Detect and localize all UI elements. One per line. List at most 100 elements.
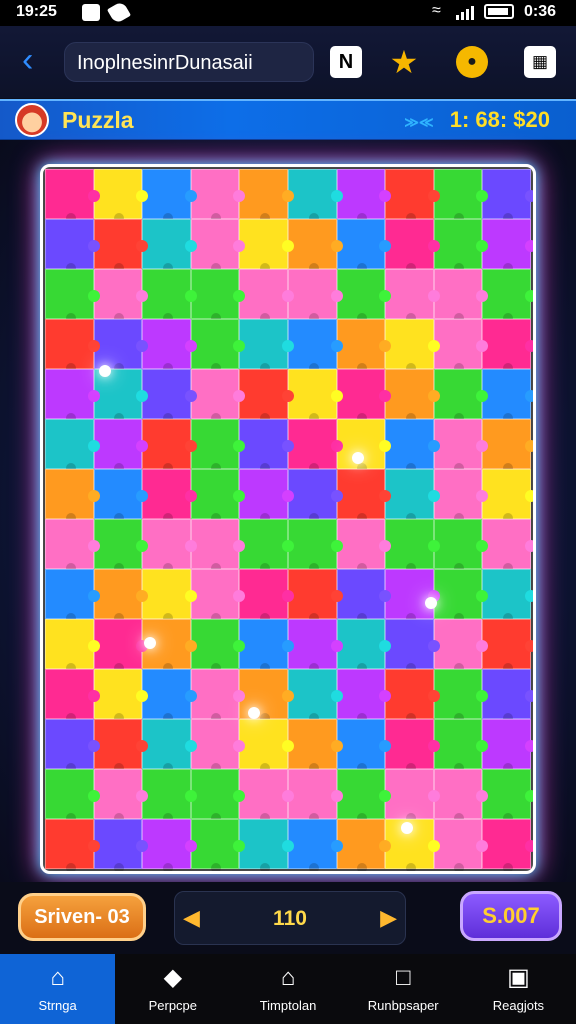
- puzzle-piece[interactable]: [45, 169, 94, 223]
- puzzle-piece[interactable]: [482, 319, 531, 373]
- puzzle-piece[interactable]: [45, 269, 94, 323]
- puzzle-piece[interactable]: [142, 369, 191, 423]
- puzzle-piece[interactable]: [239, 669, 288, 723]
- puzzle-piece[interactable]: [482, 219, 531, 273]
- puzzle-piece[interactable]: [482, 519, 531, 573]
- puzzle-piece[interactable]: [45, 219, 94, 273]
- puzzle-piece[interactable]: [239, 719, 288, 773]
- puzzle-piece[interactable]: [336, 519, 386, 573]
- puzzle-piece[interactable]: [190, 519, 240, 573]
- puzzle-piece[interactable]: [190, 619, 240, 673]
- puzzle-piece[interactable]: [287, 419, 337, 473]
- puzzle-piece[interactable]: [482, 669, 531, 723]
- puzzle-piece[interactable]: [433, 169, 483, 223]
- puzzle-piece[interactable]: [93, 269, 143, 323]
- puzzle-piece[interactable]: [385, 319, 434, 373]
- puzzle-piece[interactable]: [287, 169, 337, 223]
- puzzle-piece[interactable]: [385, 769, 434, 823]
- puzzle-piece[interactable]: [336, 269, 386, 323]
- puzzle-piece[interactable]: [45, 819, 94, 871]
- puzzle-piece[interactable]: [93, 469, 143, 523]
- puzzle-piece[interactable]: [287, 569, 337, 623]
- puzzle-piece[interactable]: [93, 319, 143, 373]
- puzzle-piece[interactable]: [93, 819, 143, 871]
- address-field[interactable]: InoplnesinrDunasaii: [64, 42, 314, 82]
- puzzle-piece[interactable]: [482, 769, 531, 823]
- puzzle-piece[interactable]: [239, 269, 288, 323]
- puzzle-board[interactable]: [40, 164, 536, 874]
- puzzle-piece[interactable]: [190, 269, 240, 323]
- puzzle-piece[interactable]: [142, 519, 191, 573]
- puzzle-piece[interactable]: [93, 719, 143, 773]
- puzzle-piece[interactable]: [385, 669, 434, 723]
- puzzle-piece[interactable]: [385, 219, 434, 273]
- puzzle-piece[interactable]: [190, 569, 240, 623]
- puzzle-piece[interactable]: [190, 719, 240, 773]
- puzzle-piece[interactable]: [93, 419, 143, 473]
- back-arrow-icon[interactable]: ‹: [22, 43, 52, 80]
- puzzle-piece[interactable]: [287, 619, 337, 673]
- puzzle-piece[interactable]: [190, 219, 240, 273]
- puzzle-piece[interactable]: [385, 469, 434, 523]
- puzzle-piece[interactable]: [142, 469, 191, 523]
- puzzle-piece[interactable]: [287, 219, 337, 273]
- level-button[interactable]: Sriven- 03: [18, 893, 146, 941]
- puzzle-piece[interactable]: [336, 369, 386, 423]
- puzzle-piece[interactable]: [482, 269, 531, 323]
- puzzle-piece[interactable]: [45, 619, 94, 673]
- puzzle-piece[interactable]: [336, 669, 386, 723]
- puzzle-piece[interactable]: [45, 419, 94, 473]
- puzzle-piece[interactable]: [93, 369, 143, 423]
- puzzle-piece[interactable]: [190, 319, 240, 373]
- puzzle-piece[interactable]: [142, 769, 191, 823]
- puzzle-piece[interactable]: [239, 219, 288, 273]
- puzzle-piece[interactable]: [93, 219, 143, 273]
- star-icon[interactable]: ★: [388, 44, 420, 80]
- puzzle-piece[interactable]: [385, 369, 434, 423]
- puzzle-piece[interactable]: [287, 669, 337, 723]
- puzzle-piece[interactable]: [336, 319, 386, 373]
- page-selector[interactable]: ◀ 110 ▶: [174, 891, 406, 945]
- puzzle-piece[interactable]: [433, 719, 483, 773]
- puzzle-piece[interactable]: [190, 669, 240, 723]
- puzzle-piece[interactable]: [142, 819, 191, 871]
- puzzle-piece[interactable]: [45, 669, 94, 723]
- puzzle-piece[interactable]: [239, 819, 288, 871]
- document-icon[interactable]: ▦: [524, 46, 556, 78]
- puzzle-piece[interactable]: [482, 469, 531, 523]
- puzzle-piece[interactable]: [45, 719, 94, 773]
- puzzle-piece[interactable]: [45, 369, 94, 423]
- tab-2[interactable]: ⌂ Timptolan: [230, 954, 345, 1024]
- puzzle-piece[interactable]: [239, 419, 288, 473]
- puzzle-piece[interactable]: [385, 269, 434, 323]
- notion-icon[interactable]: N: [330, 46, 362, 78]
- puzzle-grid[interactable]: [45, 169, 531, 871]
- puzzle-piece[interactable]: [336, 769, 386, 823]
- puzzle-piece[interactable]: [482, 569, 531, 623]
- puzzle-piece[interactable]: [482, 819, 531, 871]
- puzzle-piece[interactable]: [93, 619, 143, 673]
- tab-4[interactable]: ▣ Reagjots: [461, 954, 576, 1024]
- puzzle-piece[interactable]: [385, 569, 434, 623]
- puzzle-piece[interactable]: [45, 319, 94, 373]
- puzzle-piece[interactable]: [287, 769, 337, 823]
- puzzle-piece[interactable]: [482, 169, 531, 223]
- puzzle-piece[interactable]: [385, 519, 434, 573]
- puzzle-piece[interactable]: [93, 569, 143, 623]
- puzzle-piece[interactable]: [433, 519, 483, 573]
- puzzle-piece[interactable]: [239, 469, 288, 523]
- puzzle-piece[interactable]: [190, 419, 240, 473]
- puzzle-piece[interactable]: [142, 169, 191, 223]
- puzzle-piece[interactable]: [433, 569, 483, 623]
- puzzle-piece[interactable]: [142, 419, 191, 473]
- puzzle-piece[interactable]: [433, 819, 483, 871]
- puzzle-piece[interactable]: [385, 419, 434, 473]
- puzzle-piece[interactable]: [142, 219, 191, 273]
- puzzle-piece[interactable]: [287, 519, 337, 573]
- puzzle-piece[interactable]: [433, 469, 483, 523]
- puzzle-piece[interactable]: [482, 619, 531, 673]
- puzzle-piece[interactable]: [433, 269, 483, 323]
- puzzle-piece[interactable]: [287, 719, 337, 773]
- puzzle-piece[interactable]: [190, 819, 240, 871]
- coins-button[interactable]: S.007: [460, 891, 562, 941]
